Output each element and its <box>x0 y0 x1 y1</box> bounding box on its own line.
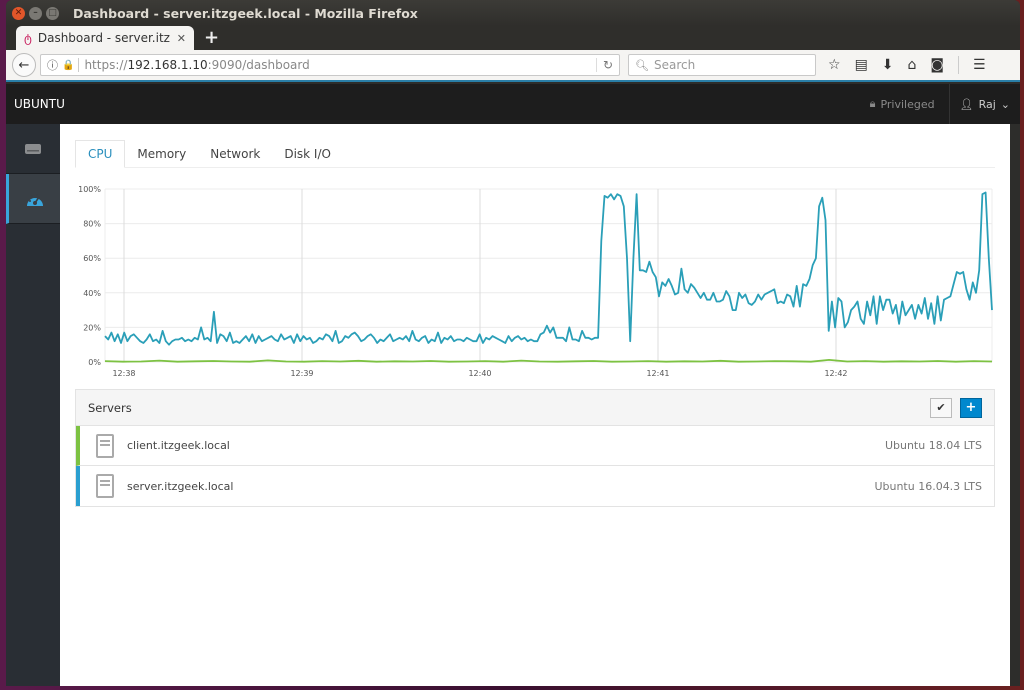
reload-icon[interactable]: ↻ <box>595 58 613 72</box>
server-icon <box>96 433 114 458</box>
add-server-button[interactable]: + <box>960 397 982 418</box>
privileged-label: Privileged <box>880 97 935 111</box>
user-icon: 👤︎ <box>959 97 974 111</box>
lock-icon: 🔒︎ <box>869 97 876 110</box>
browser-tab-title: Dashboard - server.itz <box>37 31 170 45</box>
server-icon <box>96 474 114 498</box>
tab-memory[interactable]: Memory <box>125 140 198 168</box>
y-tick-label: 80% <box>83 220 101 229</box>
y-tick-label: 40% <box>83 289 101 298</box>
home-icon[interactable]: ⌂ <box>908 57 917 73</box>
y-tick-label: 100% <box>78 185 101 194</box>
browser-window: ✕ – □ Dashboard - server.itzgeek.local -… <box>6 0 1020 686</box>
checkmark-icon: ✔ <box>936 401 946 414</box>
user-name: Raj <box>978 97 996 111</box>
servers-title: Servers <box>88 400 132 415</box>
tab-close-icon[interactable]: ✕ <box>177 32 186 45</box>
download-icon[interactable]: ⬇ <box>882 57 894 73</box>
bookmark-star-icon[interactable]: ☆ <box>828 57 841 73</box>
sidebar-item-system[interactable] <box>6 124 60 174</box>
series-line-client <box>104 358 993 363</box>
x-tick-label: 12:41 <box>646 369 669 378</box>
tab-network[interactable]: Network <box>198 140 272 168</box>
server-icon <box>25 143 41 154</box>
x-tick-label: 12:39 <box>290 369 313 378</box>
tab-disk-io[interactable]: Disk I/O <box>272 140 343 168</box>
nav-bar: ← ⓘ 🔒 https://192.168.1.10:9090/dashboar… <box>6 50 1020 82</box>
insecure-lock-icon[interactable]: 🔒 <box>62 60 74 71</box>
window-title: Dashboard - server.itzgeek.local - Mozil… <box>73 5 418 21</box>
sidebar <box>6 124 60 686</box>
cpu-chart: 0% 20% 40% 60% 80% 100% 12:38 12:39 12:40 12:41 12… <box>78 185 993 378</box>
dashboard-gauge-icon <box>26 193 43 206</box>
main-content: CPU Memory Network Disk I/O 0% 20% 40% 60% 8… <box>60 124 1010 686</box>
series-line-server <box>104 191 993 346</box>
url-host: 192.168.1.10 <box>127 58 208 72</box>
menu-hamburger-icon[interactable]: ☰ <box>973 57 986 73</box>
x-tick-label: 12:42 <box>824 369 847 378</box>
server-name: client.itzgeek.local <box>127 439 230 452</box>
debian-swirl-icon: ტ <box>24 31 32 45</box>
tab-strip: ტ Dashboard - server.itz ✕ + <box>6 26 1020 50</box>
app-header: UBUNTU 🔒︎ Privileged 👤︎ Raj ⌄ <box>6 84 1020 124</box>
arrow-left-icon: ← <box>18 57 30 73</box>
y-tick-label: 60% <box>83 254 101 263</box>
y-tick-label: 0% <box>88 358 101 367</box>
plus-icon: + <box>965 400 977 415</box>
server-row[interactable]: client.itzgeek.local Ubuntu 18.04 LTS <box>76 426 994 466</box>
reading-list-icon[interactable]: ▤ <box>855 57 868 73</box>
user-menu[interactable]: 👤︎ Raj ⌄ <box>948 84 1020 124</box>
url-path: :9090/dashboard <box>207 58 310 72</box>
edit-servers-button[interactable]: ✔ <box>930 397 952 418</box>
sidebar-item-dashboard[interactable] <box>6 174 60 224</box>
y-tick-label: 20% <box>83 323 101 332</box>
search-input[interactable]: 🔍︎ Search <box>628 54 816 76</box>
privileged-indicator[interactable]: 🔒︎ Privileged <box>870 97 935 111</box>
server-row[interactable]: server.itzgeek.local Ubuntu 16.04.3 LTS <box>76 466 994 506</box>
url-scheme: https:// <box>84 58 128 72</box>
browser-tab[interactable]: ტ Dashboard - server.itz ✕ <box>16 26 194 50</box>
host-brand[interactable]: UBUNTU <box>6 97 870 111</box>
x-tick-label: 12:38 <box>112 369 135 378</box>
url-separator <box>78 58 80 72</box>
search-placeholder: Search <box>653 58 696 72</box>
maximize-window-button[interactable]: □ <box>46 6 59 20</box>
url-bar[interactable]: ⓘ 🔒 https://192.168.1.10:9090/dashboard … <box>40 54 620 76</box>
server-os: Ubuntu 18.04 LTS <box>884 439 982 452</box>
x-tick-label: 12:40 <box>468 369 491 378</box>
back-button[interactable]: ← <box>12 53 36 77</box>
title-bar: ✕ – □ Dashboard - server.itzgeek.local -… <box>6 0 1020 26</box>
servers-header: Servers ✔ + <box>76 390 994 426</box>
new-tab-button[interactable]: + <box>204 27 219 48</box>
close-window-button[interactable]: ✕ <box>12 6 25 20</box>
server-name: server.itzgeek.local <box>127 479 234 493</box>
pocket-icon[interactable]: ◙ <box>930 57 944 73</box>
url-text[interactable]: https://192.168.1.10:9090/dashboard <box>84 58 595 72</box>
chevron-down-icon: ⌄ <box>1000 97 1010 111</box>
tab-cpu[interactable]: CPU <box>75 140 126 168</box>
search-icon: 🔍︎ <box>635 58 649 72</box>
servers-panel: Servers ✔ + client.itzgeek.local Ubuntu … <box>75 389 995 507</box>
info-icon[interactable]: ⓘ <box>47 57 58 73</box>
toolbar-separator <box>958 56 960 74</box>
minimize-window-button[interactable]: – <box>29 6 42 20</box>
metric-tabs: CPU Memory Network Disk I/O <box>75 140 995 168</box>
server-os: Ubuntu 16.04.3 LTS <box>874 479 982 493</box>
